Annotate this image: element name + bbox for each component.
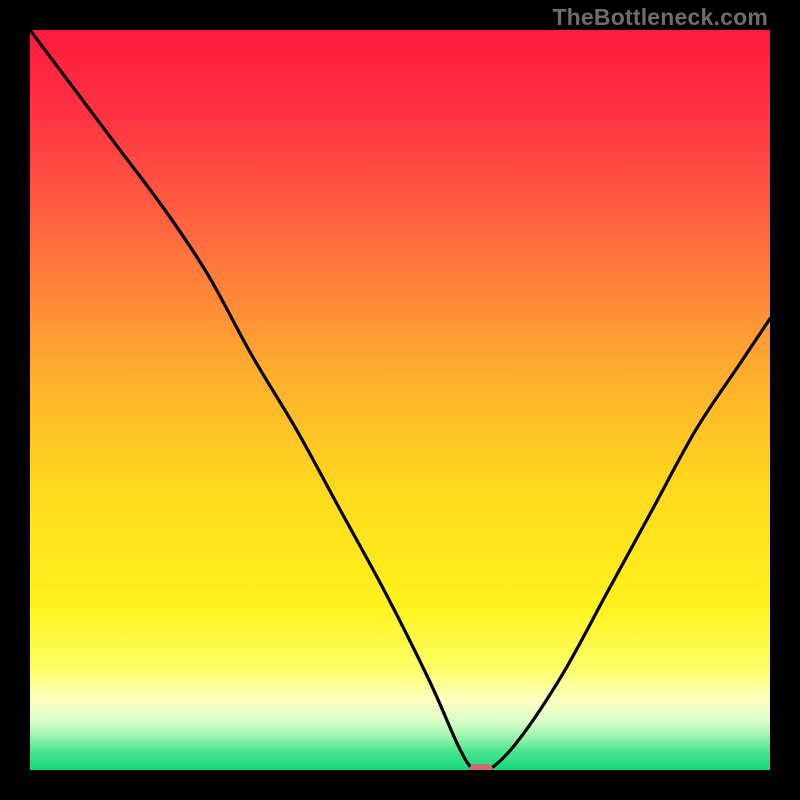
optimum-marker bbox=[469, 764, 493, 770]
plot-area bbox=[30, 30, 770, 770]
chart-frame: TheBottleneck.com bbox=[0, 0, 800, 800]
watermark-text: TheBottleneck.com bbox=[552, 4, 768, 31]
bottleneck-curve bbox=[30, 30, 770, 770]
